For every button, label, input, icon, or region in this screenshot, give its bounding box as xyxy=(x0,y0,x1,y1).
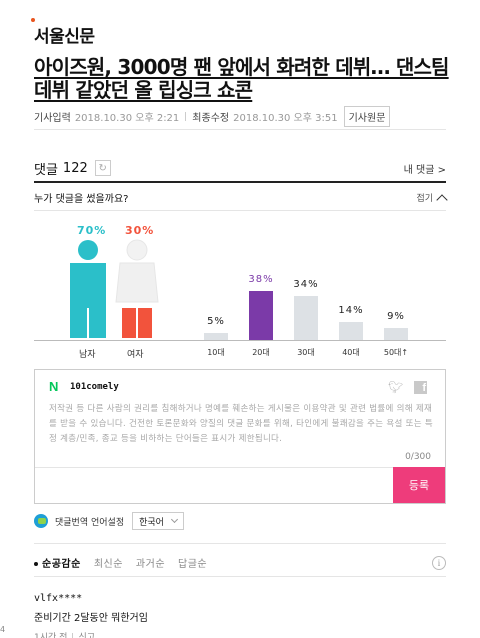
male-label: 남자 xyxy=(79,350,96,360)
comments-title: 댓글 xyxy=(34,162,58,178)
age-bar xyxy=(294,296,318,340)
chevron-down-icon xyxy=(170,515,178,524)
sort-tabs: 순공감순 최신순 과거순 답글순 i xyxy=(34,555,446,570)
divider xyxy=(34,576,446,577)
age-value-label: 34% xyxy=(293,279,319,290)
naver-logo-icon: N xyxy=(49,379,59,394)
female-label: 여자 xyxy=(127,350,144,360)
publisher-name: 서울신문 xyxy=(34,27,95,47)
who-wrote-question: 누가 댓글을 썼을까요? xyxy=(34,194,129,205)
chart-baseline xyxy=(34,340,446,341)
age-bar xyxy=(249,291,273,340)
twitter-icon[interactable]: 🐦︎ xyxy=(388,381,403,393)
sort-tab-likes[interactable]: 순공감순 xyxy=(34,555,81,570)
comment-meta: 1시간 전 신고 xyxy=(34,630,446,638)
sort-tab-oldest[interactable]: 과거순 xyxy=(136,555,165,570)
sort-tab-replies[interactable]: 답글순 xyxy=(178,555,207,570)
submit-button[interactable]: 등록 xyxy=(393,467,445,503)
username: 101comely xyxy=(70,382,119,392)
who-wrote-header: 누가 댓글을 썼을까요? 접기 xyxy=(34,190,448,206)
divider xyxy=(34,129,446,130)
social-share: 🐦︎ f xyxy=(388,381,427,394)
age-category-label: 30대 xyxy=(297,348,315,357)
write-user: N 101comely xyxy=(49,379,119,394)
language-value: 한국어 xyxy=(139,517,164,528)
male-figure-icon xyxy=(70,240,106,338)
info-icon[interactable]: i xyxy=(432,555,446,570)
original-article-button[interactable]: 기사원문 xyxy=(343,106,391,127)
age-category-label: 40대 xyxy=(342,348,360,357)
modified-label: 최종수정 xyxy=(192,113,230,124)
translate-icon xyxy=(34,514,48,528)
age-category-label: 10대 xyxy=(207,348,225,357)
translate-settings: 댓글번역 언어설정 한국어 xyxy=(34,512,184,530)
chevron-up-icon xyxy=(436,193,448,206)
age-value-label: 38% xyxy=(248,274,274,285)
gender-figures xyxy=(70,239,159,338)
meta-divider xyxy=(72,632,74,638)
my-comments-link[interactable]: 내 댓글 > xyxy=(404,161,446,176)
collapse-button[interactable]: 접기 xyxy=(416,191,448,206)
sort-tab-newest[interactable]: 최신순 xyxy=(94,555,123,570)
age-bar xyxy=(339,322,363,340)
comment-input[interactable]: 저작권 등 다른 사람의 권리를 침해하거나 명예를 훼손하는 게시물은 이용약… xyxy=(49,402,433,447)
write-footer xyxy=(35,467,445,503)
comment-time: 1시간 전 xyxy=(34,633,68,638)
list-item: vlfx**** 준비기간 2달동안 뭐한거임 1시간 전 신고 xyxy=(34,593,446,638)
edge-number: 4 xyxy=(0,625,6,634)
comment-header: 댓글 122 ↻ 내 댓글 > xyxy=(34,158,446,178)
female-percent: 30% xyxy=(125,224,155,237)
article-meta: 기사입력 2018.10.30 오후 2:21 최종수정 2018.10.30 … xyxy=(34,106,391,127)
article-headline[interactable]: 아이즈원, 3000명 팬 앞에서 화려한 데뷔… 댄스팀 데뷔 같았던 올 립… xyxy=(34,56,454,102)
age-bar xyxy=(384,328,408,340)
refresh-icon[interactable]: ↻ xyxy=(94,160,111,176)
char-counter: 0/300 xyxy=(405,452,431,462)
female-figure-icon xyxy=(115,239,159,338)
published-time: 2018.10.30 오후 2:21 xyxy=(74,113,180,124)
modified-time: 2018.10.30 오후 3:51 xyxy=(233,113,338,124)
logo-dot xyxy=(31,18,35,22)
age-bar xyxy=(204,333,228,340)
language-select[interactable]: 한국어 xyxy=(132,512,184,530)
age-category-label: 20대 xyxy=(252,348,270,357)
comment-author[interactable]: vlfx**** xyxy=(34,593,446,604)
male-percent: 70% xyxy=(77,224,107,237)
publisher-logo[interactable]: 서울신문 xyxy=(31,18,95,47)
age-value-label: 14% xyxy=(338,305,364,316)
age-category-label: 50대↑ xyxy=(383,348,409,357)
section-rule xyxy=(34,181,446,183)
report-button[interactable]: 신고 xyxy=(78,630,95,638)
comment-text: 준비기간 2달동안 뭐한거임 xyxy=(34,613,148,624)
divider xyxy=(34,210,446,211)
comments-count: 122 xyxy=(62,160,88,176)
published-label: 기사입력 xyxy=(34,113,71,124)
age-value-label: 9% xyxy=(387,311,405,322)
translate-label: 댓글번역 언어설정 xyxy=(55,517,125,528)
collapse-label: 접기 xyxy=(416,194,433,204)
meta-divider xyxy=(185,112,187,121)
facebook-icon[interactable]: f xyxy=(414,381,427,394)
age-value-label: 5% xyxy=(207,316,225,327)
comment-write-box[interactable]: N 101comely 🐦︎ f 저작권 등 다른 사람의 권리를 침해하거나 … xyxy=(34,369,446,504)
headline-text: 아이즈원, 3000명 팬 앞에서 화려한 데뷔… 댄스팀 데뷔 같았던 올 립… xyxy=(34,55,449,102)
divider xyxy=(34,543,446,544)
